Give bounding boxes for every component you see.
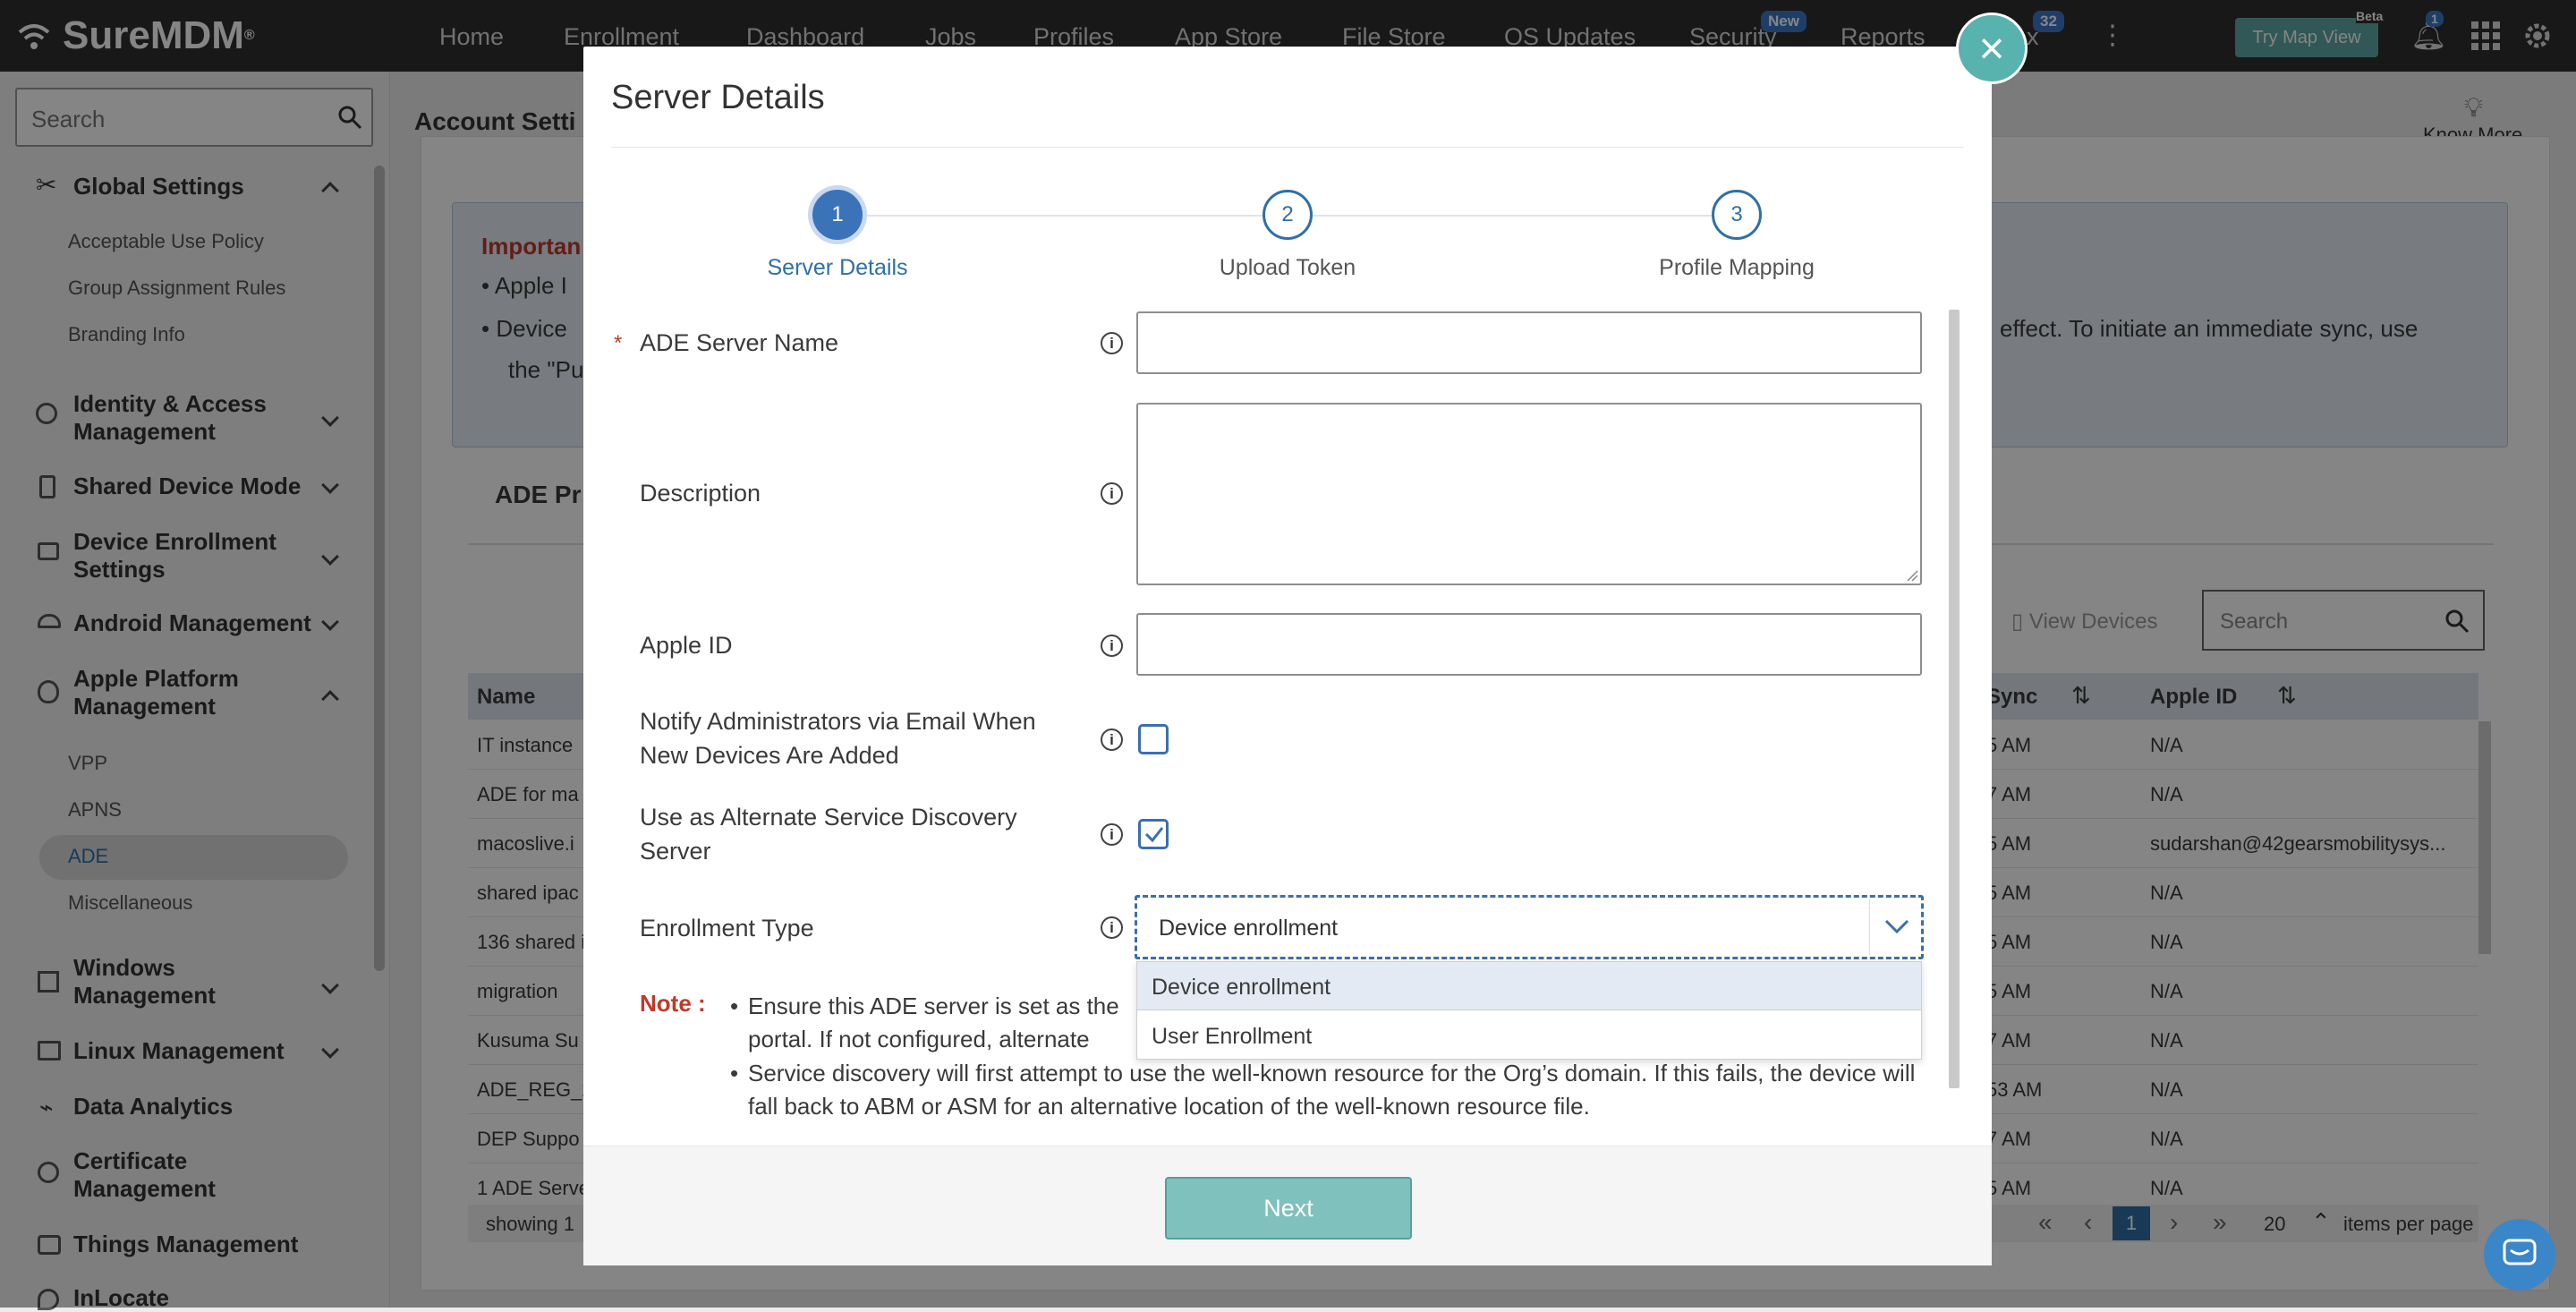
- close-icon: ×: [1978, 23, 2005, 73]
- checkmark-icon: [1144, 827, 1164, 843]
- enrollment-type-label: Enrollment Type: [640, 915, 814, 941]
- next-button[interactable]: Next: [1165, 1177, 1412, 1240]
- note-bullet-2: •: [730, 1060, 739, 1086]
- enrollment-type-dropdown: Device enrollment User Enrollment: [1136, 961, 1922, 1060]
- enrollment-type-select[interactable]: Device enrollment: [1135, 895, 1924, 959]
- step-3-circle[interactable]: 3: [1712, 190, 1762, 240]
- info-icon[interactable]: i: [1101, 916, 1123, 939]
- info-icon[interactable]: i: [1101, 728, 1123, 751]
- info-icon[interactable]: i: [1101, 635, 1123, 657]
- alternate-discovery-checkbox[interactable]: [1138, 819, 1169, 849]
- note-label: Note :: [640, 990, 706, 1017]
- alternate-discovery-label: Use as Alternate Service Discovery Serve…: [640, 804, 1017, 865]
- modal-scrollbar[interactable]: [1949, 310, 1960, 1088]
- note-bullet-1: •: [730, 993, 739, 1019]
- info-icon[interactable]: i: [1101, 332, 1123, 354]
- notify-admins-checkbox[interactable]: [1138, 724, 1169, 754]
- enrollment-type-value: Device enrollment: [1159, 916, 1339, 941]
- ade-server-name-label: ADE Server Name: [640, 329, 839, 356]
- info-icon[interactable]: i: [1101, 482, 1123, 505]
- required-asterisk: *: [614, 331, 623, 355]
- modal-title: Server Details: [611, 79, 825, 116]
- step-2-circle[interactable]: 2: [1262, 190, 1313, 240]
- chat-button[interactable]: [2484, 1219, 2555, 1291]
- info-icon[interactable]: i: [1101, 823, 1123, 846]
- option-device-enrollment[interactable]: Device enrollment: [1137, 962, 1921, 1010]
- option-user-enrollment[interactable]: User Enrollment: [1137, 1011, 1921, 1060]
- step-1-circle[interactable]: 1: [812, 190, 863, 240]
- notify-admins-label: Notify Administrators via Email When New…: [640, 708, 1036, 769]
- modal-title-divider: [611, 147, 1964, 148]
- note-text-1: Ensure this ADE server is set as the port…: [748, 993, 1119, 1052]
- resize-handle-icon[interactable]: [1906, 569, 1918, 582]
- description-textarea[interactable]: [1136, 403, 1922, 585]
- apple-id-label: Apple ID: [640, 632, 733, 659]
- ade-server-name-input[interactable]: [1136, 311, 1922, 374]
- close-modal-button[interactable]: ×: [1956, 13, 2028, 84]
- note-text-2: Service discovery will first attempt to …: [748, 1060, 1916, 1120]
- step-3-label: Profile Mapping: [1659, 255, 1815, 280]
- step-1-label: Server Details: [767, 255, 908, 280]
- chat-bubble-icon: [2503, 1239, 2537, 1265]
- step-2-label: Upload Token: [1219, 255, 1356, 280]
- apple-id-input[interactable]: [1136, 613, 1922, 676]
- chevron-down-icon[interactable]: [1883, 917, 1910, 935]
- description-label: Description: [640, 480, 761, 507]
